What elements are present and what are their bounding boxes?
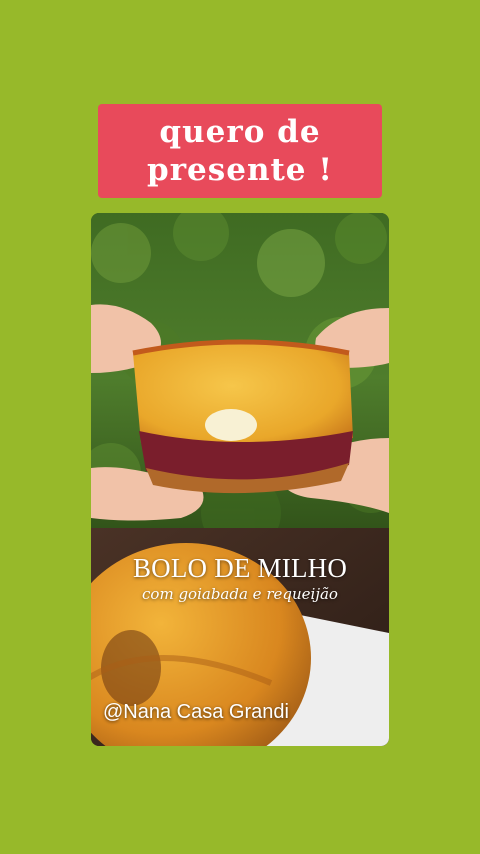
overlay-title: BOLO DE MILHO xyxy=(132,553,348,583)
cake-photo-illustration xyxy=(91,213,389,746)
title-line-2: presente ! xyxy=(147,152,333,188)
title-banner: quero de presente ! xyxy=(98,104,382,198)
cake-photo[interactable]: BOLO DE MILHO com goiabada e requeijão @… xyxy=(91,213,389,746)
watermark-handle: @Nana Casa Grandi xyxy=(103,701,289,723)
overlay-subtitle: com goiabada e requeijão xyxy=(142,585,338,603)
title-line-1: quero de xyxy=(159,114,321,150)
